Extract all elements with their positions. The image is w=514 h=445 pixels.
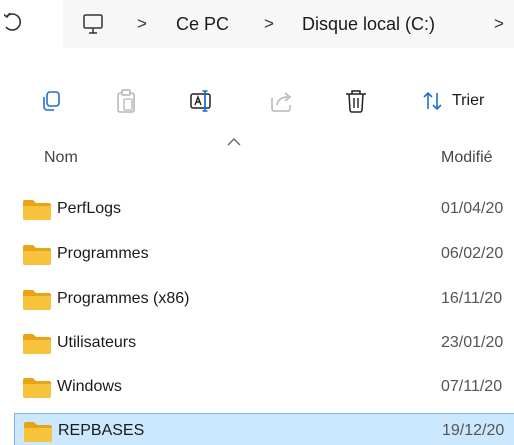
copy-icon[interactable]	[37, 87, 65, 115]
file-name: Windows	[57, 378, 122, 395]
column-header-name[interactable]: Nom	[44, 146, 78, 170]
address-bar: > Ce PC > Disque local (C:) >	[0, 0, 514, 48]
share-icon[interactable]	[268, 87, 296, 115]
sort-icon	[423, 91, 442, 111]
file-name: Utilisateurs	[57, 334, 137, 351]
delete-icon[interactable]	[342, 87, 370, 115]
breadcrumb-separator: >	[494, 14, 504, 33]
list-item[interactable]: Programmes 06/02/20	[14, 237, 514, 271]
folder-icon	[23, 290, 51, 310]
column-header-modified[interactable]: Modifié	[441, 146, 493, 170]
paste-icon[interactable]	[112, 87, 140, 115]
breadcrumb-separator: >	[137, 14, 147, 33]
folder-icon	[23, 200, 51, 220]
file-modified-date: 16/11/20	[441, 290, 503, 307]
folder-icon	[23, 378, 51, 398]
folder-icon	[23, 334, 51, 354]
file-name: PerfLogs	[57, 200, 122, 217]
refresh-icon[interactable]	[4, 8, 26, 36]
list-item[interactable]: Windows 07/11/20	[14, 370, 514, 404]
rename-icon[interactable]	[187, 87, 215, 115]
file-name: Programmes	[57, 245, 149, 262]
sort-button[interactable]: Trier	[422, 87, 484, 115]
command-bar: Trier	[0, 70, 514, 130]
file-explorer-window: > Ce PC > Disque local (C:) > Trier Nom …	[0, 0, 514, 445]
list-item-selected[interactable]: REPBASES 19/12/20	[14, 413, 514, 445]
file-modified-date: 01/04/20	[441, 200, 504, 217]
list-item[interactable]: Programmes (x86) 16/11/20	[14, 282, 514, 316]
file-modified-date: 07/11/20	[441, 378, 503, 395]
list-item[interactable]: Utilisateurs 23/01/20	[14, 326, 514, 360]
file-name: REPBASES	[58, 422, 145, 439]
address-field[interactable]	[63, 0, 514, 48]
sort-label: Trier	[452, 92, 485, 109]
sort-direction-icon	[227, 138, 241, 146]
breadcrumb-item-disque-local[interactable]: Disque local (C:)	[302, 12, 435, 36]
list-item[interactable]: PerfLogs 01/04/20	[14, 192, 514, 226]
file-modified-date: 23/01/20	[441, 334, 504, 351]
file-modified-date: 19/12/20	[442, 422, 505, 439]
folder-icon	[24, 422, 52, 442]
breadcrumb-item-ce-pc[interactable]: Ce PC	[176, 12, 229, 36]
breadcrumb-separator: >	[264, 14, 274, 33]
file-modified-date: 06/02/20	[441, 245, 504, 262]
computer-icon	[83, 14, 103, 34]
file-name: Programmes (x86)	[57, 290, 190, 307]
folder-icon	[23, 245, 51, 265]
